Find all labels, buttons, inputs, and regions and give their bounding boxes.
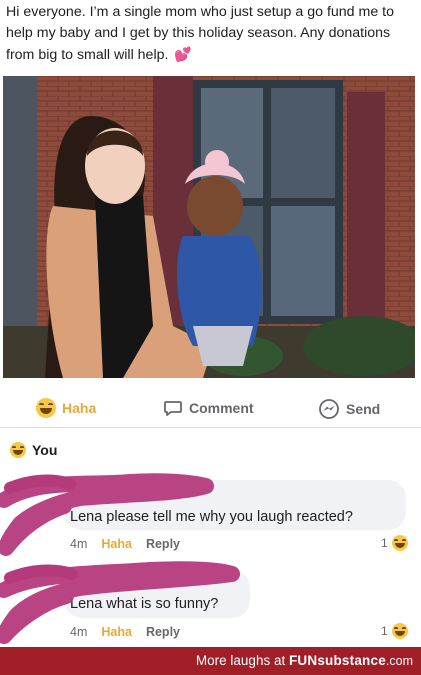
footer-brand-fun: FUN [288, 653, 318, 668]
haha-emoji-icon [36, 398, 56, 418]
comment-bubble-2: Lena what is so funny? [64, 570, 250, 618]
messenger-icon [319, 399, 339, 419]
comment-text-1: Lena please tell me why you laugh reacte… [70, 509, 353, 525]
comment-time-1: 4m [70, 537, 88, 551]
haha-emoji-icon [391, 535, 408, 551]
reaction-count-2: 1 [381, 624, 388, 638]
haha-emoji-icon [10, 442, 26, 458]
haha-label: Haha [62, 400, 97, 416]
reaction-summary[interactable]: You [10, 442, 57, 458]
comment-label: Comment [189, 400, 254, 416]
photo-image [3, 76, 415, 378]
comment-bubble-1: Lena please tell me why you laugh reacte… [64, 480, 406, 530]
footer-brand-substance: substance [317, 653, 386, 668]
comment-haha-2[interactable]: Haha [101, 625, 132, 639]
footer-domain: .com [385, 654, 413, 668]
comment-reaction-count-1[interactable]: 1 [381, 535, 408, 551]
watermark-footer: More laughs at FUNsubstance.com [0, 647, 421, 675]
haha-reaction-button[interactable]: Haha [36, 398, 96, 418]
post-photo[interactable] [3, 76, 415, 378]
footer-prefix: More laughs at [195, 653, 289, 668]
footer-text: More laughs at FUNsubstance.com [196, 653, 413, 668]
comment-meta-2: 4m Haha Reply [70, 625, 180, 639]
comment-meta-1: 4m Haha Reply [70, 537, 180, 551]
comment-button[interactable]: Comment [163, 398, 254, 418]
reaction-summary-name: You [32, 442, 58, 458]
send-label: Send [346, 401, 381, 417]
comment-reply-1[interactable]: Reply [146, 537, 180, 551]
comment-time-2: 4m [70, 625, 88, 639]
send-button[interactable]: Send [318, 398, 380, 420]
reaction-count-1: 1 [381, 536, 388, 550]
comment-reaction-count-2[interactable]: 1 [381, 623, 408, 639]
pink-heart-icon: 💕 [174, 46, 192, 62]
comment-reply-2[interactable]: Reply [146, 625, 180, 639]
post-body: Hi everyone. I’m a single mom who just s… [6, 4, 394, 63]
post-action-bar: Haha Comment Send [0, 392, 421, 428]
post-text: Hi everyone. I’m a single mom who just s… [6, 2, 416, 66]
comment-haha-1[interactable]: Haha [101, 537, 132, 551]
haha-emoji-icon [391, 623, 408, 639]
comment-icon [164, 401, 182, 416]
comment-text-2: Lena what is so funny? [70, 596, 219, 612]
